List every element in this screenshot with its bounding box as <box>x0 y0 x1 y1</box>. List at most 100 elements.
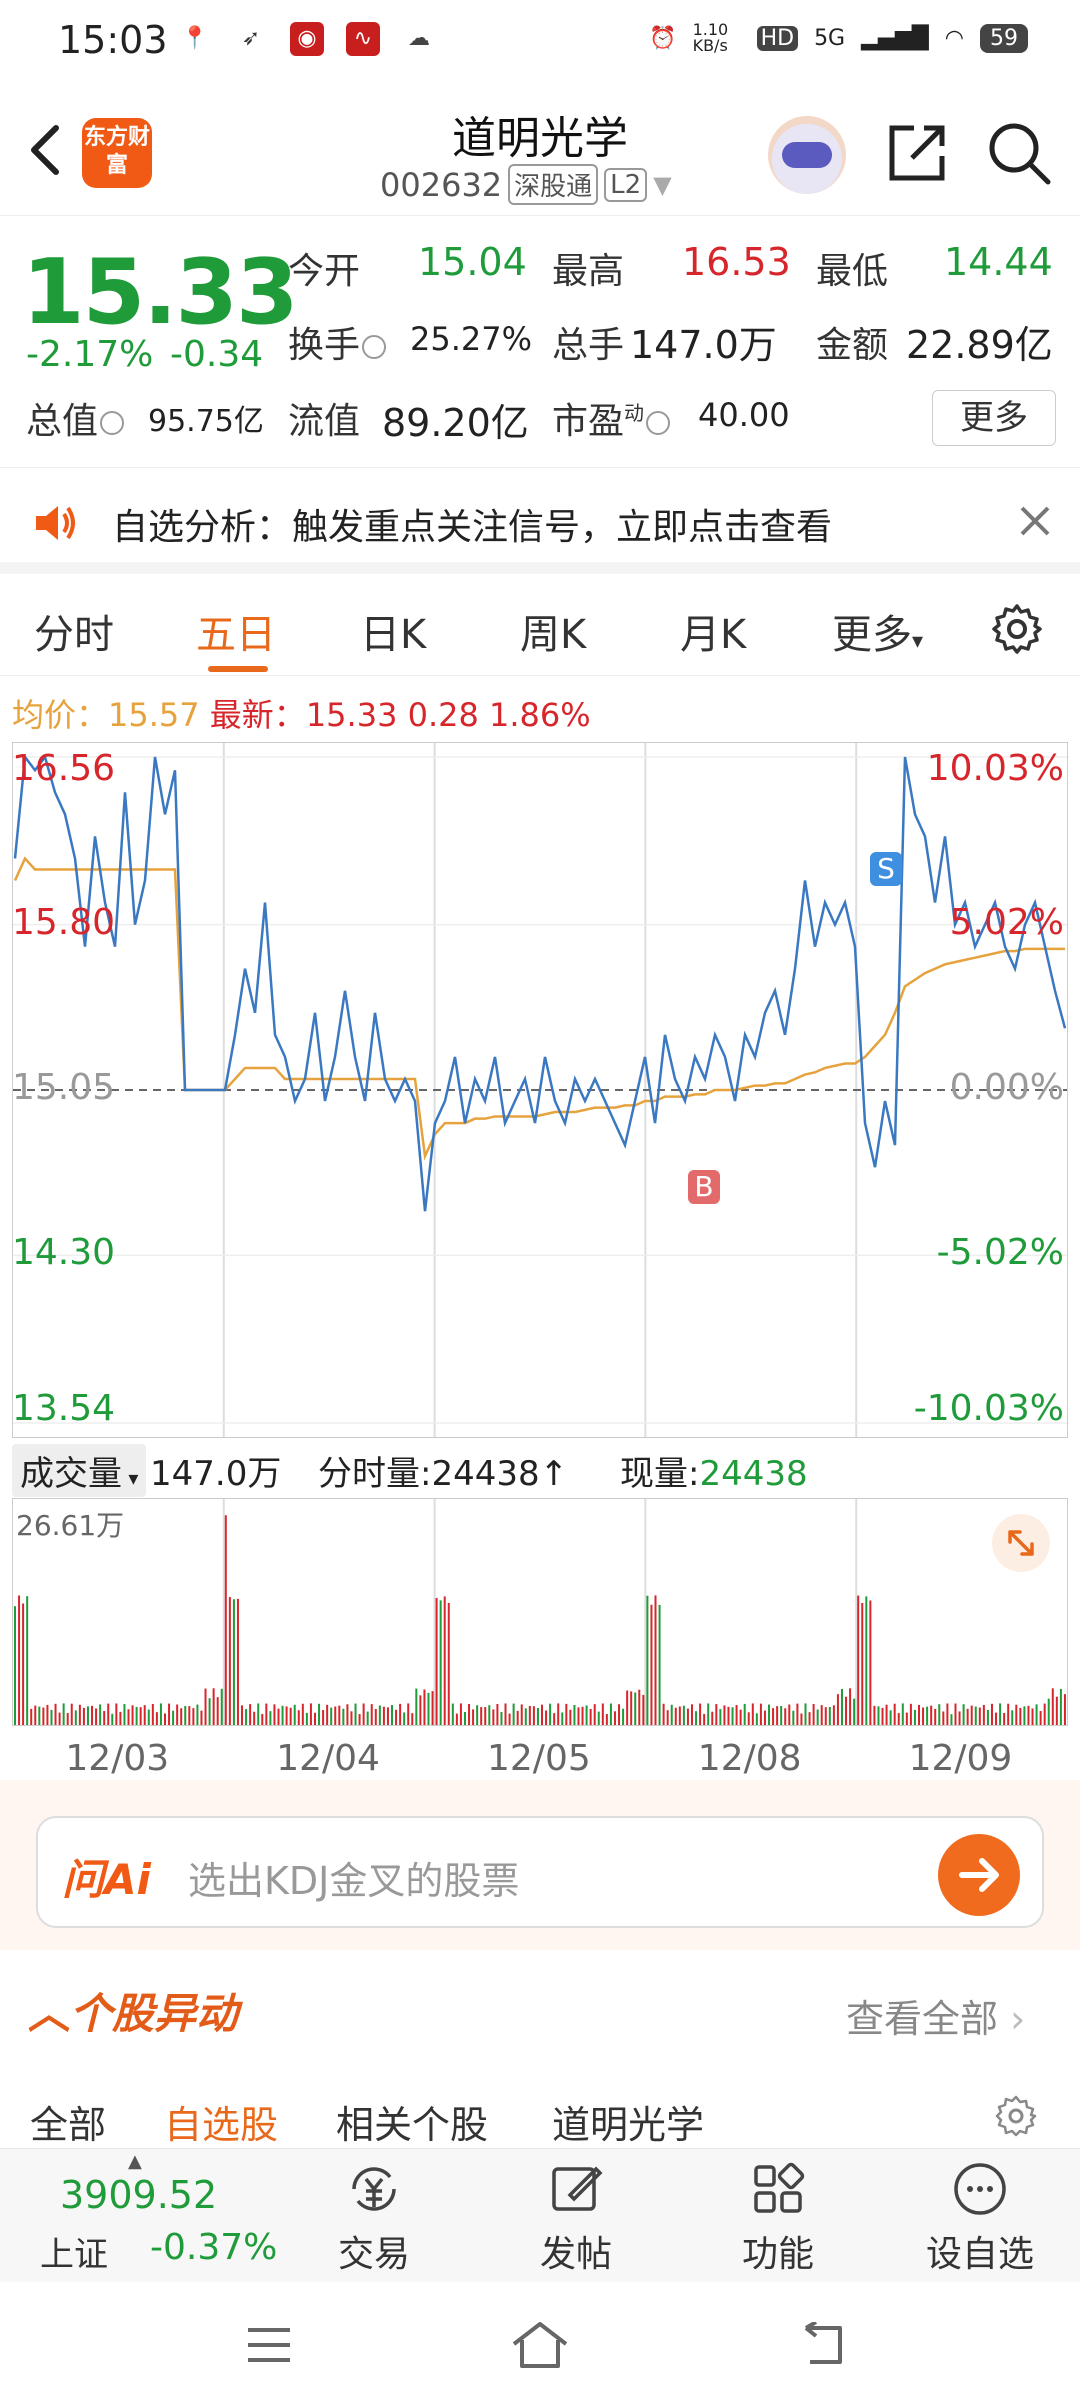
volume-bar <box>922 1707 925 1725</box>
volume-selector[interactable]: 成交量 ▾ <box>12 1444 147 1497</box>
volume-bar <box>954 1703 957 1725</box>
tab-daily-k[interactable]: 日K <box>360 602 426 660</box>
left-tick-label: 15.80 <box>12 901 116 943</box>
change-amount: -0.34 <box>170 334 264 375</box>
volume-bar <box>269 1711 272 1725</box>
volume-bar <box>196 1704 199 1725</box>
analysis-alert[interactable]: 自选分析：触发重点关注信号，立即点击查看 <box>0 470 1080 574</box>
tab-weekly-k[interactable]: 周K <box>520 602 586 660</box>
info-icon[interactable] <box>362 335 387 359</box>
volume-bar <box>322 1710 325 1725</box>
volume-bar <box>439 1600 442 1725</box>
volume-bar <box>111 1713 114 1725</box>
volume-bar <box>970 1705 973 1725</box>
volume-bar <box>995 1712 998 1725</box>
float-value: 89.20亿 <box>382 401 529 445</box>
info-icon[interactable] <box>646 411 671 435</box>
stock-movement-title[interactable]: ︿个股异动 <box>28 1980 238 2041</box>
volume-bar <box>326 1704 329 1725</box>
more-quote-button[interactable]: 更多 <box>932 390 1056 446</box>
volume-bar <box>224 1515 227 1725</box>
volume-bar <box>139 1707 142 1725</box>
nav-add-watchlist-label: 设自选 <box>925 2234 1034 2275</box>
mktcap-label: 总值 <box>26 392 126 444</box>
nav-post[interactable]: 发帖 <box>506 2159 646 2277</box>
home-icon[interactable] <box>508 2318 572 2372</box>
volume-chart[interactable] <box>12 1498 1068 1726</box>
latest-value: 15.33 <box>305 696 398 734</box>
volume-bar <box>107 1703 110 1725</box>
volume-bar <box>828 1706 831 1725</box>
volume-bar <box>536 1707 539 1725</box>
volume-bar <box>605 1714 608 1725</box>
stock-code-line[interactable]: 002632 深股通 L2 ▼ <box>380 164 672 205</box>
volume-bar <box>528 1705 531 1725</box>
wechat-icon: ☁ <box>408 26 430 51</box>
bank-app-icon: ◉ <box>290 22 324 56</box>
volume-bar <box>735 1705 738 1725</box>
volume-bar <box>342 1708 345 1725</box>
view-all-link[interactable]: 查看全部 › <box>846 1988 1025 2043</box>
volume-bar <box>545 1710 548 1725</box>
volume-bar <box>520 1704 523 1725</box>
info-icon[interactable] <box>100 411 125 435</box>
back-nav-icon[interactable] <box>796 2322 848 2368</box>
index-change: -0.37% <box>150 2227 278 2268</box>
subtab-watchlist[interactable]: 自选股 <box>164 2094 278 2149</box>
stock-code: 002632 <box>380 165 503 204</box>
volume-bar <box>350 1711 353 1725</box>
five-day-chart[interactable] <box>12 742 1068 1438</box>
volume-bar <box>1063 1694 1066 1725</box>
date-label: 12/05 <box>487 1738 591 1779</box>
close-icon[interactable] <box>1018 504 1052 538</box>
volume-bar <box>163 1713 166 1725</box>
active-tab-indicator <box>208 666 268 672</box>
volume-bar <box>541 1704 543 1725</box>
nav-functions[interactable]: 功能 <box>708 2159 848 2277</box>
search-icon[interactable] <box>986 120 1052 186</box>
pe-sup: 动 <box>624 401 645 425</box>
volume-bar <box>703 1713 706 1725</box>
volume-bar <box>208 1698 211 1725</box>
subtab-all[interactable]: 全部 <box>30 2094 106 2149</box>
volume-bar <box>1023 1706 1026 1725</box>
volume-bar <box>585 1705 588 1725</box>
volume-bar <box>690 1704 693 1725</box>
tab-five-day[interactable]: 五日 <box>196 602 276 660</box>
volume-bar <box>881 1707 884 1725</box>
volume-bar <box>78 1704 81 1725</box>
gear-icon[interactable] <box>990 602 1044 656</box>
volume-bar <box>622 1708 625 1725</box>
volume-bar <box>245 1709 248 1725</box>
volume-bar <box>638 1689 641 1725</box>
buy-marker[interactable]: B <box>688 1170 720 1204</box>
tab-monthly-k[interactable]: 月K <box>680 602 746 660</box>
menu-icon[interactable] <box>244 2322 294 2368</box>
gear-icon[interactable] <box>994 2094 1038 2138</box>
nav-add-watchlist[interactable]: 设自选 <box>910 2159 1050 2277</box>
expand-icon[interactable] <box>992 1514 1050 1572</box>
robot-face-icon <box>782 142 832 168</box>
volume-bar <box>411 1713 414 1725</box>
ai-assistant-avatar[interactable] <box>768 116 846 194</box>
volume-bar <box>642 1694 645 1725</box>
volume-bar <box>678 1706 681 1725</box>
nav-trade[interactable]: 交易 <box>304 2159 444 2277</box>
volume-bar <box>159 1703 162 1725</box>
volume-bar <box>804 1703 807 1725</box>
high-label: 最高 <box>552 251 625 292</box>
volume-bar <box>216 1697 219 1725</box>
subtab-stock[interactable]: 道明光学 <box>552 2094 704 2149</box>
amount-label: 金额 <box>816 325 889 366</box>
chevron-up-icon: ︿ <box>28 1989 71 2038</box>
subtab-related[interactable]: 相关个股 <box>336 2094 488 2149</box>
tab-intraday[interactable]: 分时 <box>34 602 114 660</box>
volume-bar <box>188 1706 191 1725</box>
ai-search-box[interactable]: 问Ai 选出KDJ金叉的股票 <box>36 1816 1044 1928</box>
sell-marker[interactable]: S <box>870 852 902 886</box>
tab-more[interactable]: 更多▾ <box>832 602 923 660</box>
ai-go-button[interactable] <box>938 1834 1020 1916</box>
amount-value: 22.89亿 <box>906 323 1053 367</box>
share-icon[interactable] <box>884 120 950 186</box>
volume-bar <box>289 1707 292 1725</box>
